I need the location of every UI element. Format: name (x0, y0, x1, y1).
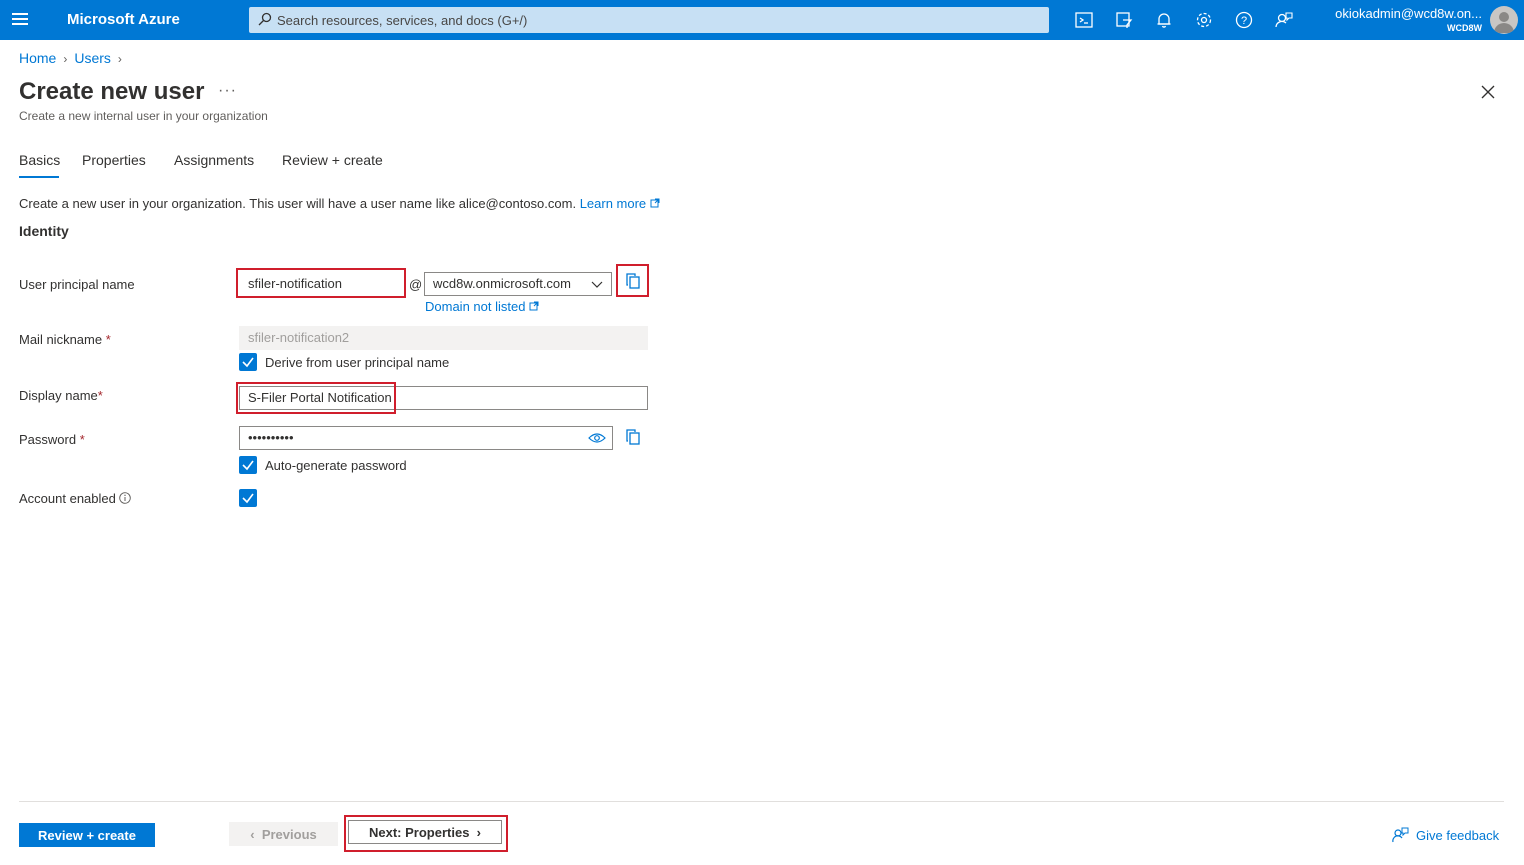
derive-label: Derive from user principal name (265, 355, 450, 370)
review-create-button[interactable]: Review + create (19, 823, 155, 847)
autogenerate-password-checkbox[interactable] (239, 456, 257, 474)
breadcrumb-home[interactable]: Home (19, 50, 56, 66)
previous-button[interactable]: ‹ Previous (229, 822, 338, 846)
give-feedback-label: Give feedback (1416, 828, 1500, 843)
account-enabled-checkbox[interactable] (239, 489, 257, 507)
identity-heading: Identity (19, 223, 69, 239)
domain-not-listed-label: Domain not listed (425, 299, 526, 314)
chevron-down-icon (591, 281, 603, 288)
derive-checkbox[interactable] (239, 353, 257, 371)
mail-nickname-label: Mail nickname * (19, 332, 111, 347)
search-icon (258, 12, 272, 26)
tab-properties[interactable]: Properties (82, 152, 146, 168)
required-mark: * (97, 388, 103, 403)
account-enabled-text: Account enabled (19, 491, 116, 506)
learn-more-link[interactable]: Learn more (580, 196, 660, 211)
external-link-icon (650, 198, 660, 208)
help-icon[interactable]: ? (1234, 10, 1254, 30)
more-actions-icon[interactable]: ··· (218, 82, 237, 100)
close-icon[interactable] (1478, 82, 1498, 102)
domain-not-listed-link[interactable]: Domain not listed (425, 299, 539, 314)
checkmark-icon (242, 357, 254, 368)
active-tab-indicator (19, 176, 59, 178)
chevron-left-icon: ‹ (250, 826, 255, 842)
intro-text: Create a new user in your organization. … (19, 196, 660, 211)
give-feedback-link[interactable]: Give feedback (1391, 826, 1499, 844)
password-text: Password (19, 432, 77, 447)
required-mark: * (79, 432, 85, 447)
tab-basics[interactable]: Basics (19, 152, 60, 168)
top-bar: Microsoft Azure ? okiokadmin@wcd8w.on...… (0, 0, 1524, 40)
previous-label: Previous (261, 826, 317, 842)
mail-nickname-input: sfiler-notification2 (239, 326, 648, 350)
domain-select[interactable]: wcd8w.onmicrosoft.com (424, 272, 612, 296)
copy-icon[interactable] (624, 428, 642, 446)
chevron-right-icon: › (117, 52, 122, 66)
account-enabled-label: Account enabled (19, 491, 132, 506)
breadcrumb-users[interactable]: Users (74, 50, 111, 66)
show-password-eye-icon[interactable] (588, 432, 606, 444)
next-label: Next: Properties (369, 824, 470, 840)
search-box[interactable] (249, 7, 1049, 33)
upn-label: User principal name (19, 277, 135, 292)
password-label: Password * (19, 432, 85, 447)
at-sign: @ (409, 277, 423, 292)
feedback-person-icon (1392, 827, 1409, 843)
tab-review-create[interactable]: Review + create (282, 152, 383, 168)
required-mark: * (105, 332, 111, 347)
chevron-right-icon: › (63, 52, 68, 66)
footer-divider (19, 801, 1504, 802)
password-value: •••••••••• (248, 430, 294, 445)
menu-icon[interactable] (12, 10, 34, 30)
feedback-icon[interactable] (1274, 10, 1294, 30)
next-properties-button[interactable]: Next: Properties › (348, 820, 502, 844)
info-icon[interactable] (119, 492, 132, 504)
user-avatar-icon (1494, 12, 1514, 33)
domain-value: wcd8w.onmicrosoft.com (433, 276, 571, 291)
account-tenant: WCD8W (1447, 23, 1482, 33)
page-title: Create new user (19, 78, 205, 105)
account-email: okiokadmin@wcd8w.on... (1335, 6, 1482, 21)
account-info[interactable]: okiokadmin@wcd8w.on... WCD8W (1335, 6, 1482, 33)
autogenerate-password-label: Auto-generate password (265, 458, 407, 473)
checkmark-icon (242, 493, 254, 504)
copy-icon[interactable] (624, 272, 642, 290)
breadcrumb: Home › Users › (19, 50, 129, 66)
svg-text:?: ? (1241, 15, 1247, 27)
password-input[interactable]: •••••••••• (239, 426, 613, 450)
brand-title[interactable]: Microsoft Azure (67, 11, 180, 28)
notifications-icon[interactable] (1154, 10, 1174, 30)
intro-description: Create a new user in your organization. … (19, 196, 577, 211)
checkmark-icon (242, 460, 254, 471)
mail-nickname-text: Mail nickname (19, 332, 103, 347)
external-link-icon (529, 301, 539, 311)
page-subtitle: Create a new internal user in your organ… (19, 109, 268, 123)
avatar[interactable] (1490, 6, 1518, 34)
directory-filter-icon[interactable] (1114, 10, 1134, 30)
cloud-shell-icon[interactable] (1074, 10, 1094, 30)
tab-assignments[interactable]: Assignments (174, 152, 254, 168)
settings-icon[interactable] (1194, 10, 1214, 30)
upn-input[interactable]: sfiler-notification (239, 272, 403, 296)
learn-more-label: Learn more (579, 196, 647, 211)
display-name-label: Display name* (19, 388, 103, 403)
display-name-highlight (236, 382, 396, 414)
search-input[interactable] (277, 7, 1037, 33)
display-name-text: Display name (19, 388, 98, 403)
chevron-right-icon: › (476, 824, 481, 840)
